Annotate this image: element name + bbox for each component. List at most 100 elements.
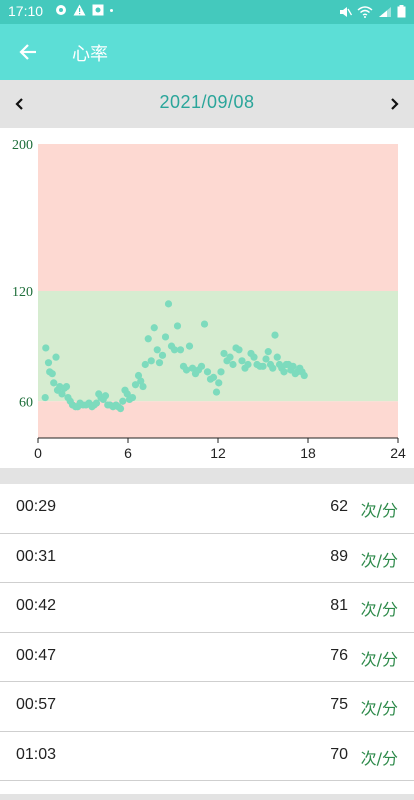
heart-rate-point [161, 333, 170, 341]
wifi-icon [357, 5, 373, 18]
reading-value: 75 [330, 696, 348, 713]
heart-rate-point [101, 392, 110, 400]
heart-rate-point [139, 382, 147, 391]
next-day-button[interactable] [382, 92, 406, 116]
app-bar: 心率 [0, 24, 414, 80]
reading-time: 00:31 [16, 547, 57, 565]
heart-rate-point [185, 342, 194, 350]
heart-rate-point [269, 364, 277, 372]
heart-rate-point [244, 360, 252, 369]
heart-rate-point [42, 344, 50, 352]
reading-unit: 次/分 [360, 550, 398, 570]
heart-rate-chart: 0 6 12 18 24 200 120 60 [0, 128, 414, 468]
readings-list: 00:29 62 次/分 00:31 89 次/分 00:42 81 次/分 00:47 76 次/分… [0, 484, 414, 781]
status-system-icons [339, 5, 406, 18]
reading-row[interactable]: 00:29 62 次/分 [0, 484, 414, 534]
reading-time: 00:57 [16, 696, 57, 713]
heart-rate-point [155, 359, 164, 367]
status-bar: 17:10 [0, 0, 414, 24]
reading-time: 00:29 [16, 498, 57, 515]
heart-rate-point [217, 368, 225, 376]
back-button[interactable] [10, 34, 46, 70]
heart-rate-point [280, 368, 288, 376]
heart-rate-point [226, 353, 234, 361]
reading-unit: 次/分 [360, 501, 398, 520]
heart-rate-point [259, 362, 267, 370]
heart-rate-point [116, 405, 125, 413]
heart-rate-point [203, 368, 212, 376]
heart-rate-point [176, 346, 185, 354]
mute-icon [340, 6, 352, 17]
heart-rate-point [220, 349, 228, 358]
arrow-left-icon [19, 44, 36, 60]
reading-time: 00:42 [16, 597, 57, 614]
heart-rate-point [62, 382, 71, 391]
reading-row[interactable]: 00:57 75 次/分 [0, 682, 414, 732]
reading-row[interactable]: 00:31 89 次/分 [0, 534, 414, 583]
heart-rate-point [229, 360, 237, 369]
reading-row[interactable]: 00:47 76 次/分 [0, 633, 414, 682]
y-tick-label: 60 [19, 395, 33, 410]
reading-unit: 次/分 [360, 600, 398, 619]
date-navigation: 2021/09/08 [0, 80, 414, 128]
heart-rate-point [197, 362, 206, 370]
heart-rate-point [50, 379, 58, 387]
reading-value: 76 [330, 646, 348, 664]
heart-rate-point [41, 393, 49, 402]
heart-rate-scatter-plot: 0 6 12 18 24 200 120 60 [12, 138, 406, 461]
more-notifications-dot [110, 8, 113, 12]
heart-rate-point [128, 393, 137, 402]
heart-rate-point [300, 371, 308, 380]
heart-rate-point [235, 346, 243, 354]
page-title: 心率 [72, 44, 108, 65]
warning-icon [73, 4, 86, 16]
reading-value: 81 [330, 597, 348, 614]
heart-rate-point [238, 357, 246, 365]
heart-rate-point [119, 397, 127, 405]
current-date: 2021/09/08 [159, 92, 255, 112]
heart-rate-point [173, 322, 182, 330]
bottom-divider [0, 794, 414, 800]
reading-row[interactable]: 01:03 70 次/分 [0, 732, 414, 781]
heart-rate-point [271, 331, 279, 339]
reading-value: 70 [330, 745, 348, 763]
reading-time: 00:47 [16, 646, 57, 664]
y-tick-label: 120 [12, 285, 33, 300]
heart-rate-point [273, 353, 281, 361]
reading-value: 62 [330, 498, 348, 515]
notification-icon [56, 5, 66, 15]
heart-rate-point [200, 320, 209, 328]
heart-rate-point [48, 370, 56, 378]
x-tick-label: 0 [34, 445, 42, 461]
reading-value: 89 [330, 547, 348, 565]
x-tick-label: 24 [390, 445, 406, 461]
heart-rate-point [147, 357, 155, 365]
image-icon [92, 4, 104, 16]
y-tick-label: 200 [12, 138, 33, 153]
heart-rate-point [212, 388, 221, 396]
section-divider [0, 468, 414, 484]
heart-rate-point [52, 353, 60, 361]
battery-icon [397, 5, 406, 18]
heart-rate-point [250, 353, 258, 361]
x-tick-label: 18 [300, 445, 316, 461]
reading-unit: 次/分 [360, 649, 398, 669]
heart-rate-point [153, 346, 161, 354]
heart-rate-point [158, 351, 167, 359]
heart-rate-point [264, 348, 272, 356]
reading-unit: 次/分 [360, 748, 398, 768]
heart-rate-point [141, 360, 149, 369]
reading-time: 01:03 [16, 745, 57, 763]
heart-rate-point [164, 300, 173, 308]
chart-zone-0 [38, 144, 398, 291]
heart-rate-point [209, 373, 218, 381]
heart-rate-point [44, 359, 53, 367]
status-time: 17:10 [8, 3, 44, 19]
heart-rate-point [150, 324, 158, 332]
x-tick-label: 12 [210, 445, 226, 461]
heart-rate-point [144, 335, 152, 343]
status-notification-icons [55, 4, 113, 16]
signal-icon [379, 6, 391, 17]
reading-unit: 次/分 [360, 699, 398, 718]
reading-row[interactable]: 00:42 81 次/分 [0, 583, 414, 633]
